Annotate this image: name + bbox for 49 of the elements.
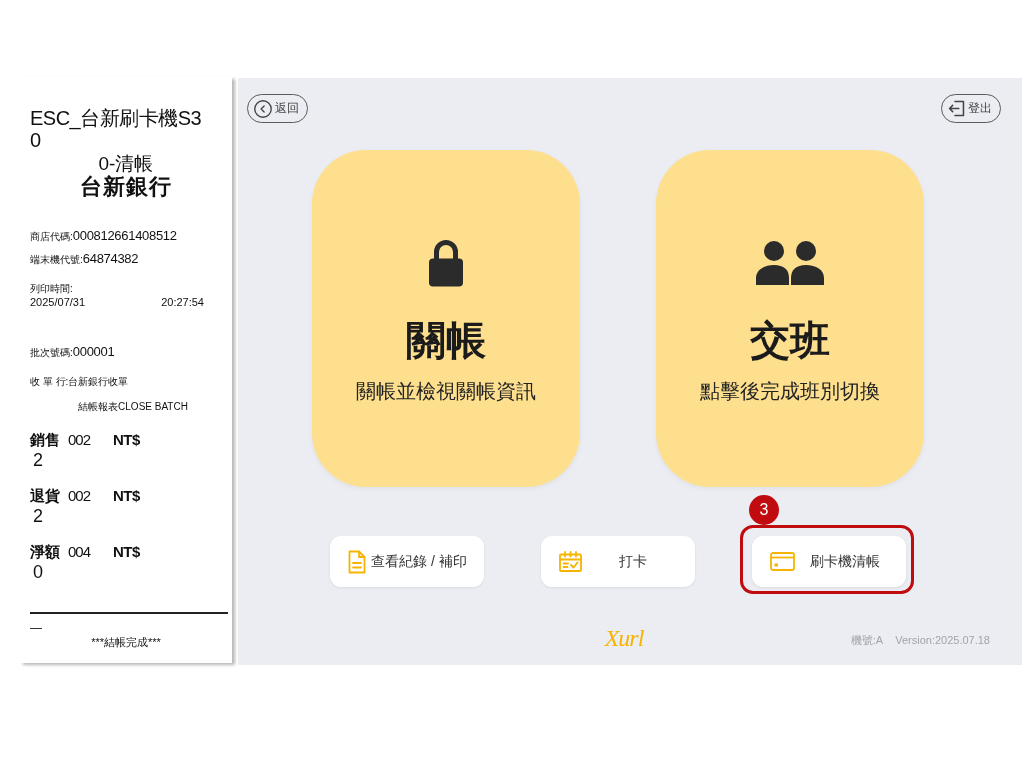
menu-card[interactable]: 關帳 關帳並檢視關帳資訊	[312, 150, 580, 487]
total-count: 004	[68, 542, 91, 562]
people-icon	[756, 240, 824, 285]
total-label: 銷售	[30, 430, 60, 450]
action-button[interactable]: 查看紀錄 / 補印	[330, 536, 484, 587]
menu-card[interactable]: 交班 點擊後完成班別切換	[656, 150, 924, 487]
field-label: 批次號碼:	[30, 346, 73, 360]
card-subtitle: 關帳並檢視關帳資訊	[356, 379, 536, 403]
receipt-subtitle: 0-清帳	[98, 153, 154, 175]
print-date: 2025/07/31	[30, 296, 86, 309]
print-time: 20:27:54	[161, 296, 204, 309]
currency-label: NT$	[113, 430, 140, 450]
card-title: 關帳	[406, 317, 486, 363]
receipt-title: ESC_台新刷卡機S3	[30, 107, 202, 129]
receipt-note: 收 單 行:台新銀行收單	[30, 375, 129, 388]
field-value: 000001	[72, 343, 115, 361]
field-label: 端末機代號:	[30, 253, 83, 267]
total-label: 退貨	[30, 486, 60, 506]
brand-logo: Xurl	[604, 625, 644, 651]
field-label: 商店代碼:	[30, 230, 73, 244]
currency-label: NT$	[113, 486, 140, 506]
machine-id-label: 機號:A	[850, 633, 884, 647]
action-button[interactable]: 刷卡機清帳	[752, 536, 906, 587]
total-amount: 2	[32, 450, 43, 470]
completion-text: ***結帳完成***	[91, 634, 161, 649]
step-badge: 3	[749, 495, 779, 525]
receipt-note: 列印時間:	[30, 282, 73, 295]
total-amount: 0	[32, 562, 43, 582]
currency-label: NT$	[113, 542, 140, 562]
credit-card-icon	[770, 552, 795, 571]
receipt-title: 0	[30, 129, 41, 151]
total-count: 002	[68, 430, 91, 450]
report-title: 結帳報表CLOSE BATCH	[77, 400, 188, 414]
dash-mark: —	[30, 621, 42, 635]
field-value: 000812661408512	[72, 227, 177, 245]
card-subtitle: 點擊後完成班別切換	[700, 379, 880, 403]
lock-icon	[428, 238, 464, 287]
version-label: Version:2025.07.18	[895, 633, 990, 647]
field-value: 64874382	[82, 250, 139, 268]
card-title: 交班	[750, 317, 830, 363]
logout-icon	[948, 100, 965, 117]
bank-name: 台新銀行	[80, 175, 172, 199]
document-icon	[348, 549, 366, 574]
calendar-check-icon	[559, 551, 582, 572]
total-count: 002	[68, 486, 91, 506]
total-amount: 2	[32, 506, 43, 526]
chevron-left-icon	[254, 99, 272, 118]
action-button[interactable]: 打卡	[541, 536, 695, 587]
total-label: 淨額	[30, 542, 60, 562]
